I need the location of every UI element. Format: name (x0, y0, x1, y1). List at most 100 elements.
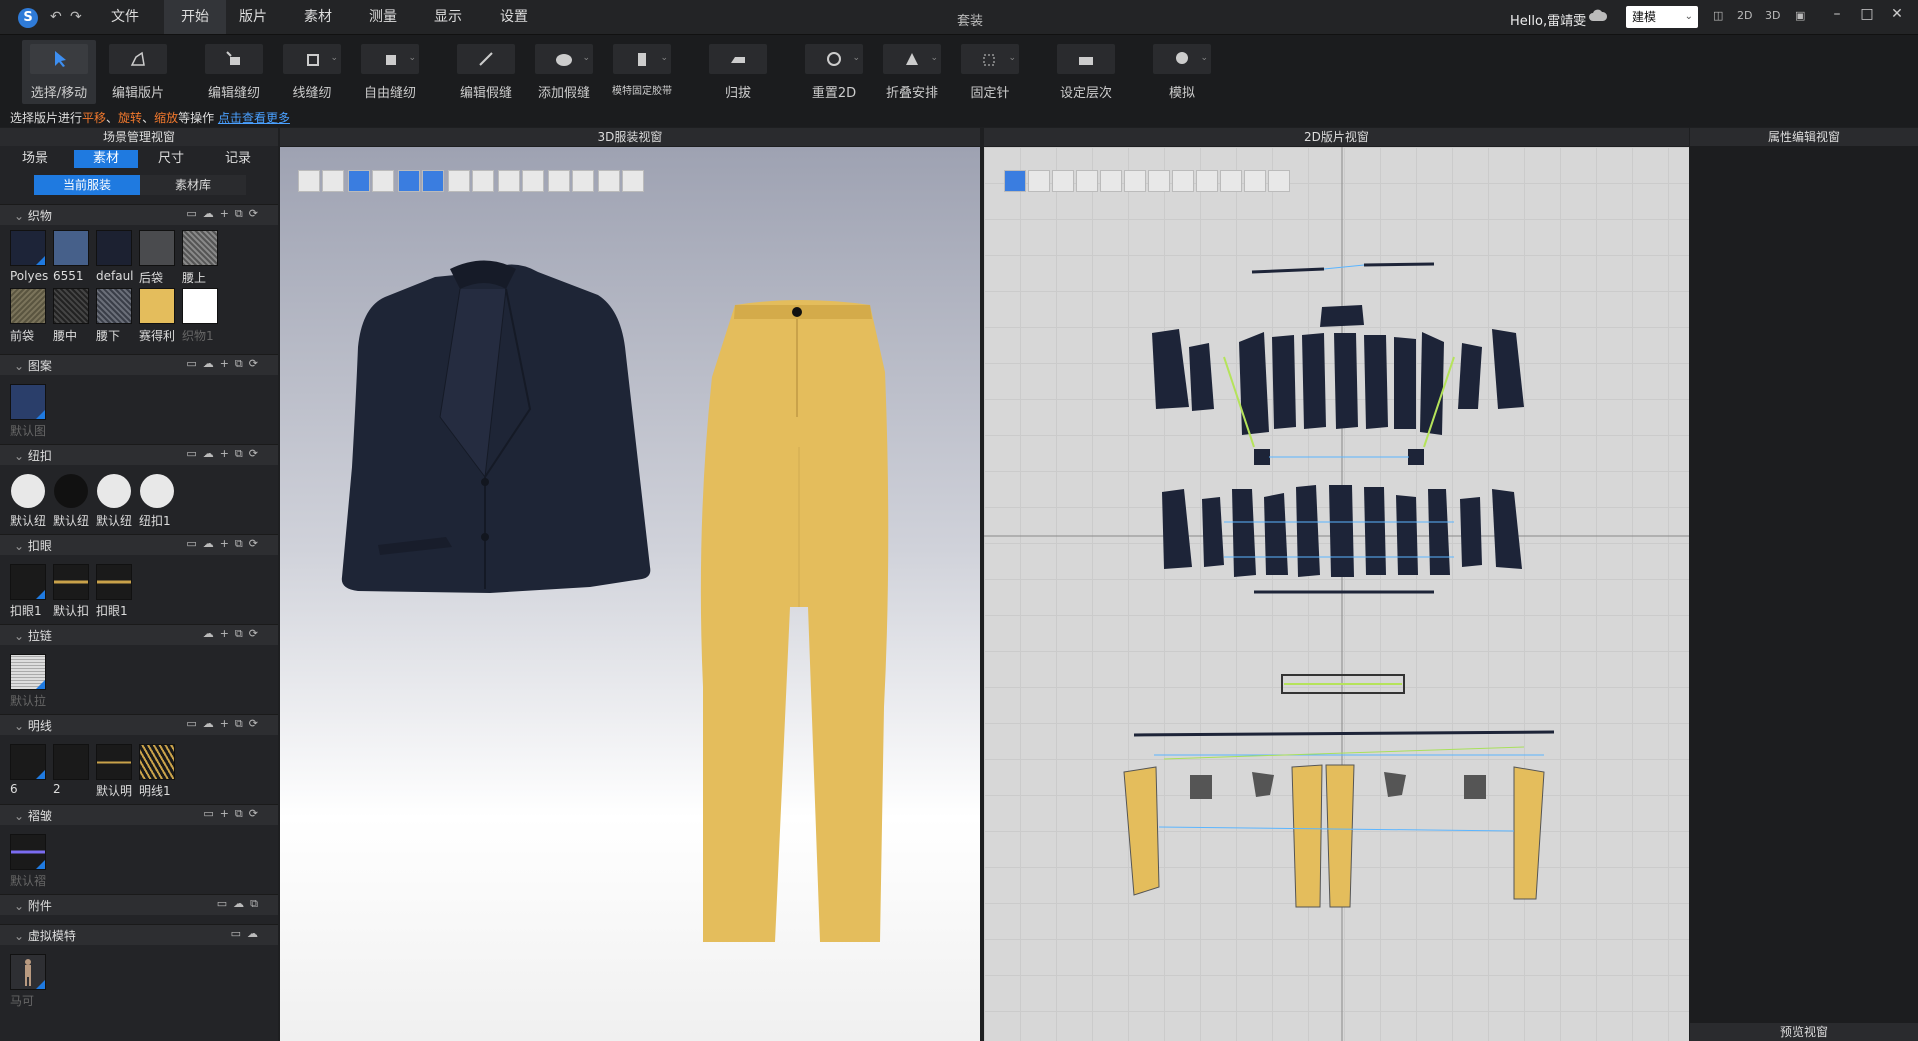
cloud-icon[interactable] (1588, 8, 1608, 22)
section-actions[interactable]: ▭☁⧉ (217, 897, 264, 911)
view-3d-canvas[interactable] (280, 147, 980, 1041)
2d-tool-grain-icon[interactable] (1124, 170, 1146, 192)
tool-free-sewing[interactable]: ⌄ 自由缝纫 (356, 40, 424, 104)
section-actions[interactable]: ▭☁+⧉⟳ (186, 447, 264, 461)
view-tool-texture-icon[interactable] (398, 170, 420, 192)
section-actions[interactable]: ▭☁+⧉⟳ (186, 207, 264, 221)
tool-shrink-stretch[interactable]: 归拔 (704, 40, 772, 104)
tool-select-move[interactable]: 选择/移动 (22, 40, 96, 104)
subtab-current-garment[interactable]: 当前服装 (34, 175, 140, 195)
section-accessory[interactable]: 附件 ▭☁⧉ (0, 894, 278, 915)
menu-measure[interactable]: 测量 (360, 0, 406, 34)
topstitch-thumb[interactable] (139, 744, 175, 780)
tool-reset-2d[interactable]: ⌄ 重置2D (800, 40, 868, 104)
tab-material[interactable]: 素材 (74, 150, 138, 168)
tool-segment-sewing[interactable]: ⌄ 线缝纫 (278, 40, 346, 104)
view-tool-shade-icon[interactable] (448, 170, 470, 192)
avatar-thumb[interactable] (10, 954, 46, 990)
view-tool-layer-icon[interactable] (548, 170, 570, 192)
menu-start[interactable]: 开始 (164, 0, 226, 34)
tool-edit-pattern[interactable]: 编辑版片 (104, 40, 172, 104)
view-mode-3d[interactable]: 3D (1765, 9, 1780, 22)
fabric-thumb[interactable] (53, 288, 89, 324)
buttonhole-thumb[interactable] (10, 564, 46, 600)
fabric-thumb[interactable] (96, 288, 132, 324)
section-button[interactable]: 纽扣 ▭☁+⧉⟳ (0, 444, 278, 465)
section-actions[interactable]: ▭☁+⧉⟳ (186, 717, 264, 731)
2d-tool-grid-icon[interactable] (1028, 170, 1050, 192)
view-tool-thickness-icon[interactable] (522, 170, 544, 192)
menu-settings[interactable]: 设置 (491, 0, 537, 34)
2d-tool-shirt-icon[interactable] (1172, 170, 1194, 192)
section-topstitch[interactable]: 明线 ▭☁+⧉⟳ (0, 714, 278, 735)
graphic-thumb[interactable] (10, 384, 46, 420)
button-thumb[interactable] (140, 474, 174, 508)
tool-edit-sewing[interactable]: 编辑缝纫 (200, 40, 268, 104)
2d-tool-copy-icon[interactable] (1220, 170, 1242, 192)
menu-display[interactable]: 显示 (425, 0, 471, 34)
section-zipper[interactable]: 拉链 ☁+⧉⟳ (0, 624, 278, 645)
2d-tool-texture-icon[interactable] (1004, 170, 1026, 192)
section-actions[interactable]: ▭+⧉⟳ (203, 807, 264, 821)
tool-simulate[interactable]: ⌄ 模拟 (1148, 40, 1216, 104)
fabric-thumb[interactable] (139, 230, 175, 266)
section-graphic[interactable]: 图案 ▭☁+⧉⟳ (0, 354, 278, 375)
view-tool-shirt-icon[interactable] (622, 170, 644, 192)
section-actions[interactable]: ▭☁+⧉⟳ (186, 357, 264, 371)
tool-add-tack[interactable]: ⌄ 添加假缝 (530, 40, 598, 104)
2d-tool-text-icon[interactable] (1100, 170, 1122, 192)
buttonhole-thumb[interactable] (53, 564, 89, 600)
maximize-icon[interactable]: □ (1855, 6, 1879, 22)
2d-tool-pocket-icon[interactable] (1244, 170, 1266, 192)
section-actions[interactable]: ▭☁ (231, 927, 264, 940)
buttonhole-thumb[interactable] (96, 564, 132, 600)
zipper-thumb[interactable] (10, 654, 46, 690)
menu-pattern[interactable]: 版片 (230, 0, 276, 34)
view-tool-pin-icon[interactable] (572, 170, 594, 192)
fabric-thumb[interactable] (182, 288, 218, 324)
view-tool-frame-icon[interactable] (598, 170, 620, 192)
view-2d-canvas[interactable] (984, 147, 1689, 1041)
2d-tool-seam-icon[interactable] (1148, 170, 1170, 192)
tool-set-layer[interactable]: 设定层次 (1052, 40, 1120, 104)
undo-icon[interactable]: ↶ (50, 9, 62, 25)
single-view-icon[interactable]: ◫ (1713, 9, 1723, 22)
2d-tool-notch-icon[interactable] (1076, 170, 1098, 192)
2d-tool-arrow-icon[interactable] (1196, 170, 1218, 192)
view-tool-strain-icon[interactable] (498, 170, 520, 192)
tool-pin[interactable]: ⌄ 固定针 (956, 40, 1024, 104)
fabric-thumb[interactable] (53, 230, 89, 266)
menu-material[interactable]: 素材 (295, 0, 341, 34)
section-fabric[interactable]: 织物 ▭☁+⧉⟳ (0, 204, 278, 225)
2d-tool-frame-icon[interactable] (1268, 170, 1290, 192)
layout-icon[interactable]: ▣ (1795, 9, 1805, 22)
view-tool-avatar-icon[interactable] (298, 170, 320, 192)
section-pleat[interactable]: 褶皱 ▭+⧉⟳ (0, 804, 278, 825)
2d-tool-fill-icon[interactable] (1052, 170, 1074, 192)
section-avatar[interactable]: 虚拟模特 ▭☁ (0, 924, 278, 945)
button-thumb[interactable] (54, 474, 88, 508)
menu-file[interactable]: 文件 (102, 0, 148, 34)
view-tool-mesh-icon[interactable] (472, 170, 494, 192)
button-thumb[interactable] (97, 474, 131, 508)
section-actions[interactable]: ▭☁+⧉⟳ (186, 537, 264, 551)
minimize-icon[interactable]: – (1825, 6, 1849, 22)
button-thumb[interactable] (11, 474, 45, 508)
redo-icon[interactable]: ↷ (70, 9, 82, 25)
mode-select[interactable]: 建模 ⌄ (1626, 6, 1698, 28)
tab-history[interactable]: 记录 (216, 150, 260, 168)
learn-more-link[interactable]: 点击查看更多 (218, 111, 290, 125)
view-mode-2d[interactable]: 2D (1737, 9, 1752, 22)
topstitch-thumb[interactable] (10, 744, 46, 780)
pleat-thumb[interactable] (10, 834, 46, 870)
section-actions[interactable]: ☁+⧉⟳ (203, 627, 264, 641)
tool-avatar-tape[interactable]: ⌄ 模特固定胶带 (608, 40, 676, 104)
tab-size[interactable]: 尺寸 (150, 150, 192, 168)
tool-fold-arrange[interactable]: ⌄ 折叠安排 (878, 40, 946, 104)
subtab-material-library[interactable]: 素材库 (140, 175, 246, 195)
view-tool-avatar-x-icon[interactable] (322, 170, 344, 192)
fabric-thumb[interactable] (96, 230, 132, 266)
topstitch-thumb[interactable] (96, 744, 132, 780)
fabric-thumb[interactable] (139, 288, 175, 324)
close-icon[interactable]: ✕ (1885, 6, 1909, 22)
